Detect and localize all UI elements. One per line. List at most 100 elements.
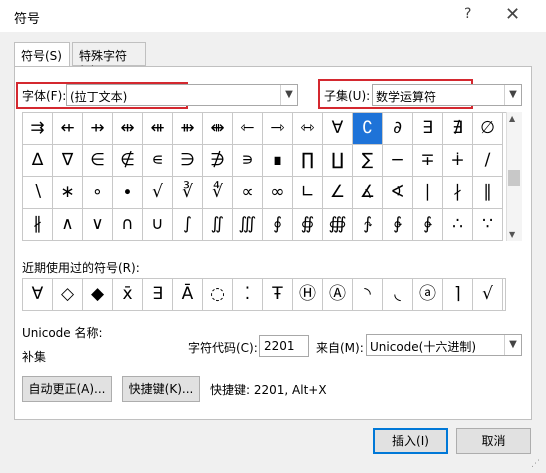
symbol-cell[interactable]: ∯ [293,209,323,241]
symbol-cell[interactable]: ∵ [473,209,503,241]
scroll-thumb[interactable] [508,170,520,186]
cancel-button[interactable]: 取消 [456,428,531,454]
symbol-cell[interactable]: ∍ [233,145,263,177]
symbol-cell[interactable]: ∀ [323,113,353,145]
recent-symbol-cell[interactable]: ∃ [143,279,173,310]
symbol-cell[interactable]: ∓ [413,145,443,177]
recent-symbol-cell[interactable]: ◝ [353,279,383,310]
symbol-cell[interactable]: ∰ [323,209,353,241]
recent-symbol-cell[interactable]: ∀ [23,279,53,310]
symbol-cell[interactable]: ∈ [83,145,113,177]
autocorrect-button[interactable]: 自动更正(A)... [22,376,112,402]
symbol-cell[interactable]: ⇉ [23,113,53,145]
symbol-cell[interactable]: ∱ [353,209,383,241]
recent-symbol-cell[interactable]: ⓐ [413,279,443,310]
symbol-cell[interactable]: ∮ [263,209,293,241]
symbol-cell[interactable]: ∌ [203,145,233,177]
scroll-down-icon[interactable]: ▼ [509,230,515,239]
symbol-cell[interactable]: ∅ [473,113,503,145]
recent-symbol-cell[interactable]: ◇ [53,279,83,310]
chevron-down-icon[interactable]: ▼ [504,85,521,105]
symbol-cell[interactable]: ⇸ [83,113,113,145]
symbol-cell[interactable]: ∖ [23,177,53,209]
symbol-cell[interactable]: ∧ [53,209,83,241]
symbol-cell[interactable]: ∣ [413,177,443,209]
symbol-cell[interactable]: ∄ [443,113,473,145]
symbol-cell[interactable]: ∐ [323,145,353,177]
symbol-cell[interactable]: ∡ [353,177,383,209]
recent-symbol-cell[interactable]: ◌ [203,279,233,310]
symbol-cell[interactable]: ⇽ [233,113,263,145]
symbol-cell[interactable]: ∩ [113,209,143,241]
symbol-cell[interactable]: ∝ [233,177,263,209]
tab-special-characters[interactable]: 特殊字符(P) [72,42,146,78]
symbol-cell[interactable]: ∞ [263,177,293,209]
symbol-cell[interactable]: ∴ [443,209,473,241]
symbol-cell[interactable]: ∗ [53,177,83,209]
subset-select[interactable]: 数学运算符 ▼ [372,84,522,106]
symbol-cell[interactable]: ∛ [173,177,203,209]
symbol-cell[interactable]: ⇾ [263,113,293,145]
symbol-cell[interactable]: ∆ [23,145,53,177]
symbol-cell[interactable]: ∕ [473,145,503,177]
symbol-cell[interactable]: ∦ [23,209,53,241]
symbol-cell[interactable]: ∫ [173,209,203,241]
tab-symbols[interactable]: 符号(S) [14,42,70,68]
symbol-cell[interactable]: ∬ [203,209,233,241]
symbol-cell[interactable]: ∎ [263,145,293,177]
recent-symbol-cell[interactable]: Ⓗ [293,279,323,310]
chevron-down-icon[interactable]: ▼ [504,335,521,355]
symbol-cell[interactable]: ∟ [293,177,323,209]
char-code-input[interactable]: 2201 [259,335,309,357]
font-select[interactable]: (拉丁文本) ▼ [66,84,298,106]
chevron-down-icon[interactable]: ▼ [280,85,297,105]
symbol-cell[interactable]: ∏ [293,145,323,177]
recent-symbol-cell[interactable]: ⌉ [443,279,473,310]
symbol-cell[interactable]: ∤ [443,177,473,209]
symbol-cell[interactable]: ∔ [443,145,473,177]
symbol-cell[interactable]: ∊ [143,145,173,177]
symbol-cell[interactable]: ∪ [143,209,173,241]
symbol-cell[interactable]: ⇺ [143,113,173,145]
shortcut-key-button[interactable]: 快捷键(K)... [122,376,200,402]
symbol-cell[interactable]: − [383,145,413,177]
symbol-cell[interactable]: ∃ [413,113,443,145]
symbol-cell[interactable]: ∑ [353,145,383,177]
recent-symbol-cell[interactable]: Ŧ [263,279,293,310]
help-icon[interactable]: ? [464,6,471,22]
recent-symbol-cell[interactable]: √ [473,279,503,310]
from-select[interactable]: Unicode(十六进制) ▼ [366,334,522,356]
recent-symbol-cell[interactable]: Ā [173,279,203,310]
insert-button[interactable]: 插入(I) [373,428,448,454]
symbol-cell[interactable]: ∜ [203,177,233,209]
recent-symbol-cell[interactable]: ⁚ [233,279,263,310]
symbol-cell[interactable]: ∥ [473,177,503,209]
scroll-up-icon[interactable]: ▲ [509,114,515,123]
symbol-cell[interactable]: ∲ [383,209,413,241]
recent-symbol-cell[interactable]: x̄ [113,279,143,310]
symbol-cell[interactable]: √ [143,177,173,209]
symbol-cell[interactable]: ∋ [173,145,203,177]
symbol-cell[interactable]: ∢ [383,177,413,209]
symbol-cell[interactable]: ∁ [353,113,383,145]
symbol-cell[interactable]: ∇ [53,145,83,177]
symbol-cell[interactable]: ⇿ [293,113,323,145]
symbol-cell[interactable]: ∙ [113,177,143,209]
symbol-cell[interactable]: ∭ [233,209,263,241]
symbol-cell[interactable]: ⇻ [173,113,203,145]
symbol-cell[interactable]: ∠ [323,177,353,209]
symbol-cell[interactable]: ⇷ [53,113,83,145]
symbol-cell[interactable]: ∂ [383,113,413,145]
recent-symbol-cell[interactable]: ◟ [383,279,413,310]
symbol-cell[interactable]: ∘ [83,177,113,209]
resize-grip-icon[interactable]: ⋰ [531,459,540,469]
close-icon[interactable]: ✕ [505,4,520,25]
symbol-cell[interactable]: ⇹ [113,113,143,145]
symbol-cell[interactable]: ∉ [113,145,143,177]
font-value: (拉丁文本) [70,90,128,104]
recent-symbol-cell[interactable]: Ⓐ [323,279,353,310]
symbol-cell[interactable]: ∨ [83,209,113,241]
recent-symbol-cell[interactable]: ◆ [83,279,113,310]
symbol-cell[interactable]: ∳ [413,209,443,241]
symbol-cell[interactable]: ⇼ [203,113,233,145]
